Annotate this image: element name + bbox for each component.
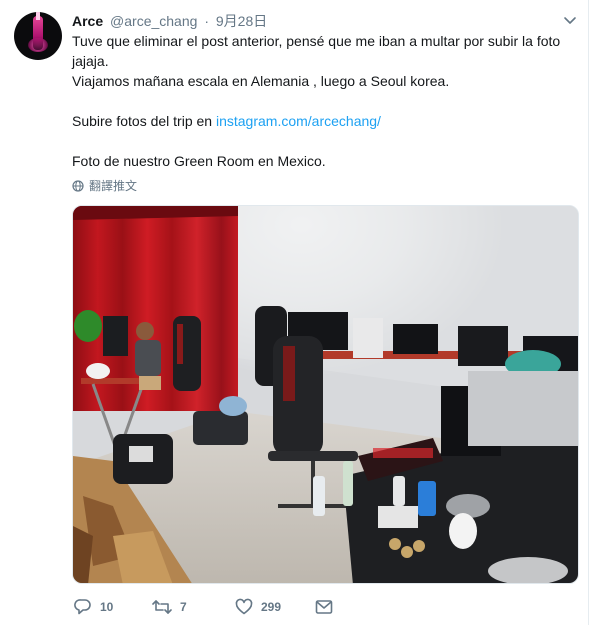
chevron-down-icon[interactable]: [563, 16, 577, 26]
reply-count: 10: [100, 600, 114, 614]
tweet-card[interactable]: Arce @arce_chang · 9月28日 Tuve que elimin…: [0, 0, 589, 625]
retweet-icon: [152, 600, 172, 614]
green-room-photo: [73, 206, 578, 583]
envelope-icon: [315, 600, 333, 614]
instagram-link[interactable]: instagram.com/arcechang/: [216, 113, 381, 129]
display-name[interactable]: Arce: [72, 13, 103, 29]
heart-icon: [235, 598, 253, 615]
translate-tweet[interactable]: 翻譯推文: [72, 178, 137, 194]
tweet-text-line: Foto de nuestro Green Room en Mexico.: [72, 153, 326, 169]
reply-button[interactable]: 10: [74, 596, 113, 618]
retweet-count: 7: [180, 600, 187, 614]
like-count: 299: [261, 600, 282, 614]
translate-label: 翻譯推文: [89, 179, 138, 193]
tweet-text-line: jajaja.: [72, 53, 109, 69]
retweet-button[interactable]: 7: [152, 596, 187, 618]
tweet-date[interactable]: 9月28日: [216, 13, 267, 29]
tweet-text-prefix: Subire fotos del trip en: [72, 113, 216, 129]
separator-dot: ·: [204, 13, 209, 29]
tweet-text: Tuve que eliminar el post anterior, pens…: [72, 31, 572, 171]
like-button[interactable]: 299: [235, 596, 281, 618]
tweet-header: Arce @arce_chang · 9月28日: [72, 11, 267, 31]
tweet-photo[interactable]: [72, 205, 579, 584]
avatar[interactable]: [14, 12, 62, 60]
avatar-highlight: [36, 12, 40, 20]
reply-icon: [74, 599, 91, 615]
tweet-text-line: Subire fotos del trip en instagram.com/a…: [72, 111, 572, 131]
globe-icon: [72, 180, 84, 192]
tweet-text-line: Viajamos mañana escala en Alemania , lue…: [72, 73, 450, 89]
user-handle[interactable]: @arce_chang: [110, 13, 197, 29]
tweet-text-line: Tuve que eliminar el post anterior, pens…: [72, 33, 561, 49]
direct-message-button[interactable]: [315, 596, 341, 618]
avatar-figure: [33, 16, 43, 50]
